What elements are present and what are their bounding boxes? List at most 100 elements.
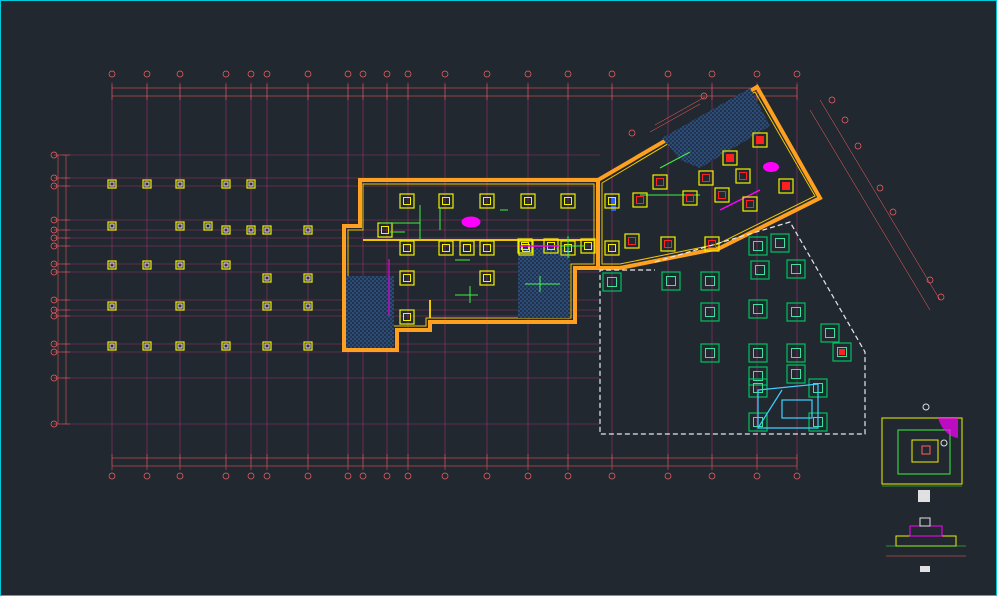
footing-outer xyxy=(750,260,770,280)
footing-square-icon xyxy=(748,343,768,363)
axis-bubble-icon xyxy=(344,70,352,78)
axis-bubble-icon xyxy=(524,70,532,78)
cad-canvas xyxy=(50,70,966,572)
footing-outer xyxy=(748,236,768,256)
footing-square-icon xyxy=(748,299,768,319)
axis-bubble-icon xyxy=(608,70,616,78)
axis-bubble-icon xyxy=(383,70,391,78)
footing-outer xyxy=(748,366,768,386)
axis-bubble-icon xyxy=(176,472,184,480)
footing-square-icon xyxy=(399,240,415,256)
axis-bubble-icon xyxy=(263,472,271,480)
footing-outer xyxy=(748,343,768,363)
footing-inner xyxy=(718,191,726,199)
footing-square-icon xyxy=(682,190,698,206)
axis-bubble-icon xyxy=(889,208,897,216)
axis-bubble-icon xyxy=(564,472,572,480)
axis-bubble-icon xyxy=(524,472,532,480)
footing-inner xyxy=(739,172,747,180)
footing-square-icon xyxy=(700,271,720,291)
axis-bubble-icon xyxy=(359,70,367,78)
axis-bubble-icon xyxy=(753,472,761,480)
footing-outer xyxy=(748,299,768,319)
axis-bubble-icon xyxy=(876,184,884,192)
footing-square-icon xyxy=(735,168,751,184)
footing-inner xyxy=(442,244,450,252)
axis-bubble-icon xyxy=(304,70,312,78)
axis-bubble-icon xyxy=(247,472,255,480)
left-footing-group xyxy=(107,179,313,351)
axis-bubble-icon xyxy=(937,293,945,301)
footing-square-icon xyxy=(742,196,758,212)
axis-bubble-icon xyxy=(628,129,636,137)
footing-square-icon xyxy=(820,323,840,343)
footing-outer xyxy=(700,271,720,291)
footing-outer xyxy=(652,174,668,190)
footing-inner xyxy=(705,348,715,358)
axis-bubble-icon xyxy=(441,70,449,78)
footing-red-core xyxy=(839,349,845,355)
footing-inner xyxy=(791,348,801,358)
footing-inner xyxy=(705,276,715,286)
section-detail-elevation xyxy=(886,517,966,572)
axis-bubble-icon xyxy=(483,472,491,480)
axis-bubble-icon xyxy=(828,96,836,104)
footing-inner xyxy=(753,304,763,314)
axis-bubble-icon xyxy=(263,70,271,78)
footing-red-core xyxy=(727,155,733,161)
footing-outer xyxy=(786,259,806,279)
axis-bubble-icon xyxy=(708,70,716,78)
footing-square-icon xyxy=(748,236,768,256)
axis-bubble-icon xyxy=(841,116,849,124)
footing-square-icon xyxy=(700,302,720,322)
footing-outer xyxy=(735,168,751,184)
footing-outer xyxy=(786,364,806,384)
footing-square-icon xyxy=(786,364,806,384)
footing-inner xyxy=(753,348,763,358)
footing-square-icon xyxy=(399,270,415,286)
footing-inner xyxy=(205,223,211,229)
footing-square-icon xyxy=(203,221,213,231)
axis-bubble-icon xyxy=(564,70,572,78)
footing-outer xyxy=(399,193,415,209)
axis-bubble-icon xyxy=(793,70,801,78)
footing-inner xyxy=(705,307,715,317)
footing-outer xyxy=(700,302,720,322)
axis-bubble-icon xyxy=(304,472,312,480)
hatch-area-west xyxy=(346,276,394,348)
hatch-area-wing xyxy=(662,88,770,168)
footing-inner xyxy=(628,237,636,245)
footing-inner xyxy=(442,197,450,205)
footing-inner xyxy=(636,196,644,204)
footing-outer xyxy=(624,233,640,249)
footing-square-icon xyxy=(459,240,475,256)
footing-inner xyxy=(403,274,411,282)
footing-inner xyxy=(775,238,785,248)
footing-outer xyxy=(742,196,758,212)
footing-inner xyxy=(656,178,664,186)
axis-bubble-icon xyxy=(143,70,151,78)
footing-outer xyxy=(399,309,415,325)
axis-bubble-icon xyxy=(664,70,672,78)
axis-bubble-icon xyxy=(108,472,116,480)
axis-bubble-icon xyxy=(793,472,801,480)
footing-outer xyxy=(459,240,475,256)
footing-square-icon xyxy=(748,366,768,386)
footing-outer xyxy=(786,343,806,363)
footing-outer xyxy=(203,221,213,231)
footing-outer xyxy=(820,323,840,343)
footing-inner xyxy=(791,307,801,317)
footing-outer xyxy=(786,302,806,322)
footing-red-core xyxy=(783,183,789,189)
footing-square-icon xyxy=(698,170,714,186)
footing-outer xyxy=(399,270,415,286)
footing-inner xyxy=(753,241,763,251)
footing-square-icon xyxy=(714,187,730,203)
footing-inner xyxy=(686,194,694,202)
axis-bubble-icon xyxy=(222,472,230,480)
axis-bubble-icon xyxy=(854,142,862,150)
footing-outer xyxy=(399,240,415,256)
footing-square-icon xyxy=(770,233,790,253)
section-detail-plan xyxy=(881,403,963,502)
footing-square-icon xyxy=(661,271,681,291)
